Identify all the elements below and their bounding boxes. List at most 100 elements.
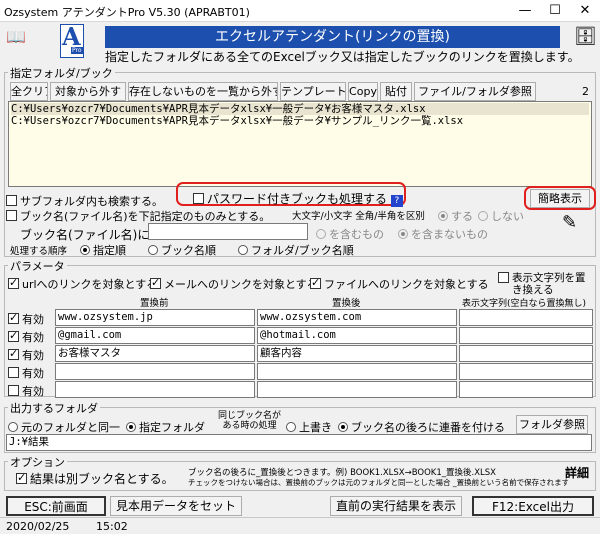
separate-name-checkbox[interactable] [16, 471, 27, 484]
close-button[interactable]: ✕ [570, 0, 600, 22]
contains-label: を含むもの [329, 228, 384, 241]
minimize-button[interactable]: — [510, 0, 540, 22]
mail-checkbox[interactable] [150, 276, 161, 289]
bookname-filter-input[interactable] [148, 223, 308, 240]
param-enabled-label: 有効 [22, 385, 44, 398]
param-display-input[interactable] [459, 327, 593, 344]
param-enabled-checkbox[interactable] [8, 385, 19, 396]
password-option[interactable]: パスワード付きブックも処理する ? [193, 190, 403, 207]
append-serial-radio[interactable] [338, 422, 348, 432]
specified-folder-option[interactable]: 指定フォルダ [126, 419, 205, 435]
case-no-option[interactable]: しない [478, 208, 524, 224]
overwrite-radio[interactable] [286, 422, 296, 432]
file-option[interactable]: ファイルへのリンクを対象とする [310, 276, 489, 292]
output-path-input[interactable]: J:¥結果 [6, 434, 592, 451]
param-before-input[interactable] [55, 381, 255, 398]
contains-option[interactable]: を含むもの [316, 226, 384, 242]
param-before-input[interactable]: www.ozsystem.jp [55, 309, 255, 326]
param-enabled-option[interactable]: 有効 [8, 347, 44, 363]
folder-ref-button[interactable]: フォルダ参照 [516, 415, 588, 434]
help-icon[interactable]: ? [390, 195, 403, 207]
path-count: 2 [582, 85, 589, 98]
prev-result-button[interactable]: 直前の実行結果を表示 [330, 496, 462, 516]
param-enabled-checkbox[interactable] [8, 367, 19, 378]
same-folder-option[interactable]: 元のフォルダと同一 [8, 419, 120, 435]
path-item[interactable]: C:¥Users¥ozcr7¥Documents¥APR見本データxlsx¥一般… [11, 103, 589, 115]
param-enabled-option[interactable]: 有効 [8, 383, 44, 399]
param-enabled-option[interactable]: 有効 [8, 365, 44, 381]
password-label: パスワード付きブックも処理する [207, 192, 388, 206]
param-display-input[interactable] [459, 381, 593, 398]
order-specified-option[interactable]: 指定順 [80, 242, 126, 258]
bookname-filter-checkbox[interactable] [6, 210, 17, 221]
path-item[interactable]: C:¥Users¥ozcr7¥Documents¥APR見本データxlsx¥一般… [11, 115, 589, 127]
param-after-input[interactable]: 顧客内容 [257, 345, 457, 362]
append-serial-label: ブック名の後ろに連番を付ける [351, 421, 505, 434]
password-checkbox[interactable] [193, 193, 204, 204]
case-yes-option[interactable]: する [438, 208, 473, 224]
paste-button[interactable]: 貼付 [380, 82, 412, 101]
subfolder-label: サブフォルダ内も検索する。 [20, 195, 163, 208]
contains-radio[interactable] [316, 229, 326, 239]
param-after-input[interactable]: @hotmail.com [257, 327, 457, 344]
clear-all-button[interactable]: 全クリア [10, 82, 48, 101]
template-button[interactable]: テンプレート [280, 82, 346, 101]
subfolder-option[interactable]: サブフォルダ内も検索する。 [6, 193, 163, 209]
col-after-header: 置換後 [332, 298, 361, 309]
order-folder-option[interactable]: フォルダ/ブック名順 [238, 242, 354, 258]
excel-output-button[interactable]: F12:Excel出力 [472, 496, 594, 516]
simple-view-button[interactable]: 簡略表示 [530, 189, 590, 208]
param-enabled-option[interactable]: 有効 [8, 311, 44, 327]
display-text-checkbox[interactable] [498, 272, 509, 283]
file-checkbox[interactable] [310, 276, 321, 289]
param-display-input[interactable] [459, 363, 593, 380]
param-enabled-label: 有効 [22, 367, 44, 380]
param-enabled-checkbox[interactable] [8, 311, 19, 324]
exclude-button[interactable]: 対象から外す [50, 82, 126, 101]
mail-option[interactable]: メールへのリンクを対象とする [150, 276, 318, 292]
display-text-option[interactable]: 表示文字列を置 き換える [498, 272, 586, 296]
path-list[interactable]: C:¥Users¥ozcr7¥Documents¥APR見本データxlsx¥一般… [8, 101, 592, 187]
exclude-missing-button[interactable]: 存在しないものを一覧から外す [128, 82, 278, 101]
sample-data-button[interactable]: 見本用データをセット [110, 496, 242, 516]
case-no-radio[interactable] [478, 211, 488, 221]
param-after-input[interactable] [257, 363, 457, 380]
not-contains-option[interactable]: を含まないもの [398, 226, 488, 242]
param-before-input[interactable]: お客様マスタ [55, 345, 255, 362]
specified-folder-radio[interactable] [126, 422, 136, 432]
param-display-input[interactable] [459, 309, 593, 326]
bookname-filter-option[interactable]: ブック名(ファイル名)を下記指定のものみとする。 [6, 208, 270, 224]
overwrite-option[interactable]: 上書き [286, 419, 332, 435]
subfolder-checkbox[interactable] [6, 195, 17, 206]
same-name-label-line2: ある時の処理 [222, 421, 277, 431]
order-specified-radio[interactable] [80, 245, 90, 255]
tool-icon[interactable]: 🗄 [574, 26, 597, 47]
url-option[interactable]: urlへのリンクを対象とする [8, 276, 157, 292]
param-after-input[interactable] [257, 381, 457, 398]
param-after-input[interactable]: www.ozsystem.com [257, 309, 457, 326]
order-bookname-option[interactable]: ブック名順 [148, 242, 216, 258]
param-before-input[interactable]: @gmail.com [55, 327, 255, 344]
order-folder-radio[interactable] [238, 245, 248, 255]
param-enabled-option[interactable]: 有効 [8, 329, 44, 345]
details-link[interactable]: 詳細 [565, 464, 589, 481]
param-enabled-checkbox[interactable] [8, 329, 19, 342]
esc-button[interactable]: ESC:前画面 [6, 496, 106, 516]
param-display-input[interactable] [459, 345, 593, 362]
not-contains-radio[interactable] [398, 229, 408, 239]
case-yes-radio[interactable] [438, 211, 448, 221]
status-date: 2020/02/25 [6, 520, 70, 533]
order-bookname-radio[interactable] [148, 245, 158, 255]
param-before-input[interactable] [55, 363, 255, 380]
param-enabled-label: 有効 [22, 331, 44, 344]
url-checkbox[interactable] [8, 276, 19, 289]
same-folder-radio[interactable] [8, 422, 18, 432]
param-enabled-checkbox[interactable] [8, 347, 19, 360]
book-icon: 📖 [6, 27, 26, 46]
separate-name-option[interactable]: 結果は別ブック名とする。 [16, 470, 174, 487]
output-group-label: 出力するフォルダ [8, 400, 100, 416]
file-folder-ref-button[interactable]: ファイル/フォルダ参照 [414, 82, 536, 101]
copy-button[interactable]: Copy [348, 82, 378, 101]
maximize-button[interactable]: ☐ [540, 0, 570, 22]
append-serial-option[interactable]: ブック名の後ろに連番を付ける [338, 419, 505, 435]
